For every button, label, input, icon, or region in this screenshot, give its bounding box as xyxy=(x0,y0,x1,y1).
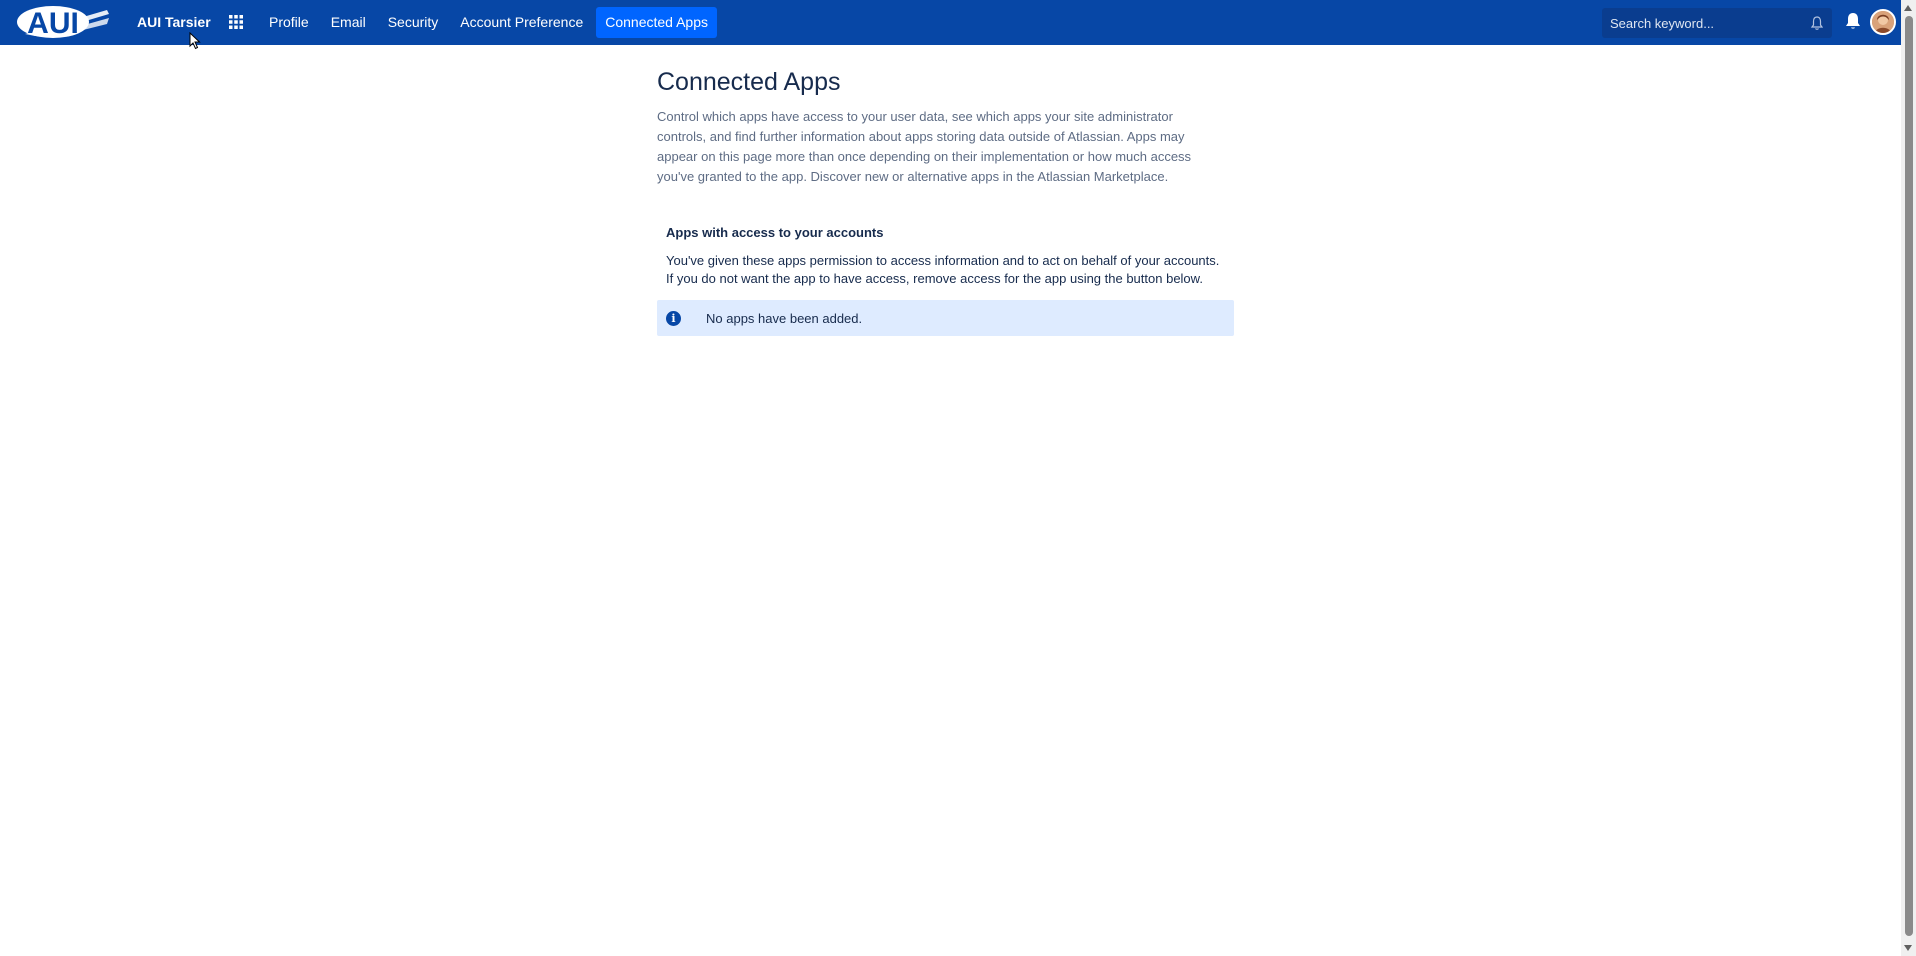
main-nav: Profile Email Security Account Preferenc… xyxy=(260,7,721,38)
brand-name[interactable]: AUI Tarsier xyxy=(137,14,211,30)
top-navigation-bar: AUI AUI Tarsier Profile Email Security A… xyxy=(0,0,1901,45)
notifications-bell-icon[interactable] xyxy=(1845,12,1863,32)
scroll-down-arrow-icon[interactable] xyxy=(1904,945,1912,951)
apps-access-section: Apps with access to your accounts You've… xyxy=(657,225,1234,288)
page-description: Control which apps have access to your u… xyxy=(657,109,1192,184)
vertical-scrollbar[interactable] xyxy=(1901,0,1916,956)
aui-logo[interactable]: AUI xyxy=(15,4,111,40)
section-description: You've given these apps permission to ac… xyxy=(666,253,1220,286)
scrollbar-thumb[interactable] xyxy=(1905,16,1913,936)
search-input[interactable] xyxy=(1610,15,1800,31)
page-title: Connected Apps xyxy=(657,68,841,96)
mouse-cursor-icon xyxy=(189,31,201,50)
search-bell-icon[interactable] xyxy=(1810,16,1824,35)
empty-state-text: No apps have been added. xyxy=(706,310,863,326)
user-avatar[interactable] xyxy=(1870,9,1896,35)
info-icon: i xyxy=(666,310,681,326)
search-box xyxy=(1602,8,1832,38)
app-switcher-icon[interactable] xyxy=(226,12,246,32)
section-title: Apps with access to your accounts xyxy=(666,225,884,240)
svg-text:AUI: AUI xyxy=(27,7,79,40)
nav-profile[interactable]: Profile xyxy=(260,7,318,38)
nav-account-preference[interactable]: Account Preference xyxy=(451,7,592,38)
main-content: Connected Apps Control which apps have a… xyxy=(657,66,1234,336)
nav-email[interactable]: Email xyxy=(322,7,375,38)
nav-security[interactable]: Security xyxy=(379,7,448,38)
scroll-up-arrow-icon[interactable] xyxy=(1904,5,1912,11)
empty-state-message: i No apps have been added. xyxy=(657,300,1234,336)
nav-connected-apps[interactable]: Connected Apps xyxy=(596,7,717,38)
